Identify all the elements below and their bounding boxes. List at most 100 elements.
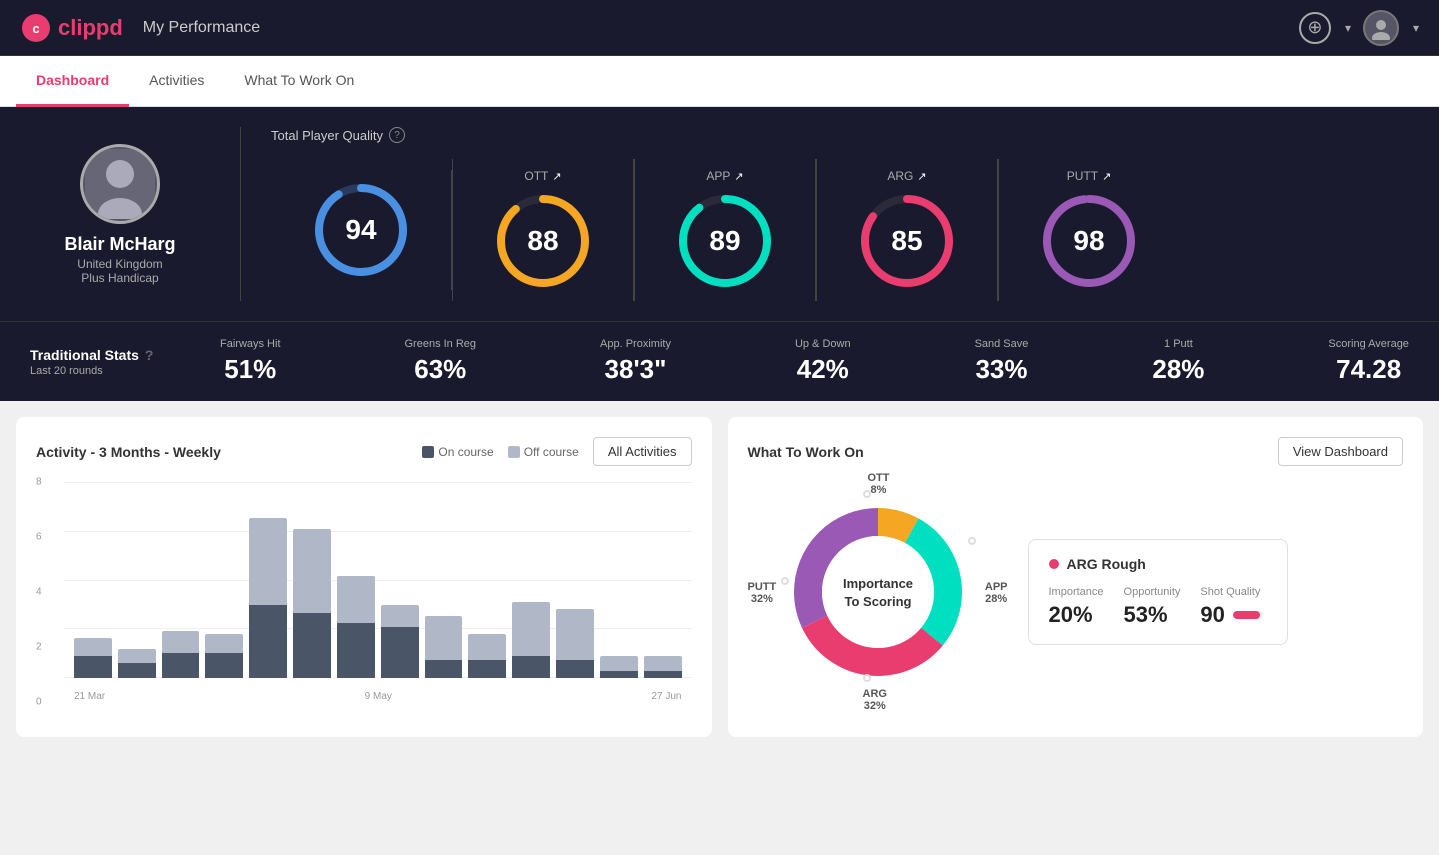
app-circle: 89 bbox=[675, 191, 775, 291]
wtwo-header: What To Work On View Dashboard bbox=[748, 437, 1404, 466]
legend-on-course-dot bbox=[422, 446, 434, 458]
bar-group-4 bbox=[249, 482, 287, 678]
tab-what-to-work-on[interactable]: What To Work On bbox=[224, 56, 374, 107]
bar-off-5 bbox=[293, 529, 331, 613]
activity-chart-title: Activity - 3 Months - Weekly bbox=[36, 444, 221, 460]
metrics-row: 94 OTT ↗ 88 bbox=[271, 159, 1409, 301]
stat-proximity-label: App. Proximity bbox=[600, 338, 671, 350]
wtwo-title: What To Work On bbox=[748, 444, 864, 460]
hero-top: Blair McHarg United Kingdom Plus Handica… bbox=[30, 127, 1409, 301]
stat-fairways-label: Fairways Hit bbox=[220, 338, 281, 350]
bar-group-13 bbox=[644, 482, 682, 678]
stat-greens-label: Greens In Reg bbox=[405, 338, 477, 350]
ott-label: OTT bbox=[524, 169, 548, 183]
shot-quality-bar: 90 bbox=[1200, 602, 1262, 628]
user-avatar-button[interactable] bbox=[1363, 10, 1399, 46]
tpq-section: Total Player Quality ? 94 bbox=[271, 127, 1409, 301]
lower-section: Activity - 3 Months - Weekly On course O… bbox=[0, 401, 1439, 753]
activity-legend: On course Off course bbox=[422, 445, 579, 459]
svg-text:To Scoring: To Scoring bbox=[844, 594, 911, 609]
add-button[interactable]: ⊕ bbox=[1299, 12, 1331, 44]
bar-group-10 bbox=[512, 482, 550, 678]
x-label-jun: 27 Jun bbox=[651, 691, 681, 702]
bar-off-4 bbox=[249, 518, 287, 605]
logo-text: clippd bbox=[58, 15, 123, 41]
stats-grid: Fairways Hit 51% Greens In Reg 63% App. … bbox=[220, 338, 1409, 385]
arg-circle: 85 bbox=[857, 191, 957, 291]
logo-icon: c bbox=[20, 12, 52, 44]
legend-off-course-label: Off course bbox=[524, 445, 579, 459]
stat-fairways-value: 51% bbox=[220, 354, 281, 385]
ott-dot bbox=[863, 490, 871, 498]
info-card-dot bbox=[1049, 559, 1059, 569]
header-right: ⊕ ▾ ▾ bbox=[1299, 10, 1419, 46]
info-card: ARG Rough Importance 20% Opportunity 53%… bbox=[1028, 539, 1288, 645]
bar-group-2 bbox=[162, 482, 200, 678]
bar-off-9 bbox=[468, 634, 506, 659]
arg-label: ARG bbox=[887, 169, 913, 183]
stat-updown-value: 42% bbox=[795, 354, 851, 385]
app-arrow: ↗ bbox=[734, 170, 743, 183]
player-name: Blair McHarg bbox=[64, 234, 175, 255]
bar-off-8 bbox=[425, 616, 463, 660]
wtwo-content: OTT 8% PUTT 32% APP 28% ARG 32% bbox=[748, 482, 1404, 702]
header-title: My Performance bbox=[143, 19, 260, 37]
traditional-stats: Traditional Stats ? Last 20 rounds Fairw… bbox=[0, 321, 1439, 401]
plus-icon: ⊕ bbox=[1307, 17, 1322, 38]
bar-on-5 bbox=[293, 613, 331, 678]
stat-greens: Greens In Reg 63% bbox=[405, 338, 477, 385]
shot-quality-bar-fill bbox=[1233, 611, 1260, 619]
bar-off-13 bbox=[644, 656, 682, 671]
tpq-help-icon[interactable]: ? bbox=[389, 127, 405, 143]
info-importance: Importance 20% bbox=[1049, 586, 1104, 628]
putt-arrow: ↗ bbox=[1102, 170, 1111, 183]
app-dot bbox=[968, 537, 976, 545]
metric-arg: ARG ↗ 85 bbox=[817, 159, 998, 301]
donut-container: OTT 8% PUTT 32% APP 28% ARG 32% bbox=[748, 482, 1008, 702]
bar-on-9 bbox=[468, 660, 506, 678]
putt-label: PUTT bbox=[1067, 169, 1098, 183]
info-shot-quality: Shot Quality 90 bbox=[1200, 586, 1262, 628]
bar-off-2 bbox=[162, 631, 200, 653]
ott-arrow: ↗ bbox=[552, 170, 561, 183]
bar-on-13 bbox=[644, 671, 682, 678]
bar-group-7 bbox=[381, 482, 419, 678]
svg-text:c: c bbox=[32, 21, 39, 36]
bar-group-11 bbox=[556, 482, 594, 678]
activity-legend-row: On course Off course All Activities bbox=[422, 437, 691, 466]
legend-off-course: Off course bbox=[508, 445, 579, 459]
ott-value: 88 bbox=[493, 191, 593, 291]
add-chevron: ▾ bbox=[1345, 21, 1351, 35]
bar-off-12 bbox=[600, 656, 638, 671]
tab-dashboard[interactable]: Dashboard bbox=[16, 56, 129, 107]
arg-dot bbox=[863, 674, 871, 682]
divider-player bbox=[240, 127, 241, 301]
putt-value: 98 bbox=[1039, 191, 1139, 291]
header-left: c clippd My Performance bbox=[20, 12, 260, 44]
tpq-label: Total Player Quality ? bbox=[271, 127, 1409, 143]
tab-activities[interactable]: Activities bbox=[129, 56, 224, 107]
bar-group-3 bbox=[205, 482, 243, 678]
info-card-title: ARG Rough bbox=[1049, 556, 1267, 572]
view-dashboard-button[interactable]: View Dashboard bbox=[1278, 437, 1403, 466]
all-activities-button[interactable]: All Activities bbox=[593, 437, 692, 466]
stat-proximity: App. Proximity 38'3" bbox=[600, 338, 671, 385]
tpq-circle: 94 bbox=[311, 180, 411, 280]
info-opportunity: Opportunity 53% bbox=[1124, 586, 1181, 628]
player-country: United Kingdom bbox=[77, 257, 162, 271]
bar-on-8 bbox=[425, 660, 463, 678]
shot-quality-bar-bg bbox=[1233, 611, 1263, 619]
bar-off-3 bbox=[205, 634, 243, 652]
chart-area: 8 6 4 2 0 21 Mar 9 May 27 Jun bbox=[36, 482, 692, 702]
bar-off-11 bbox=[556, 609, 594, 660]
y-label-6: 6 bbox=[36, 532, 42, 543]
stat-proximity-value: 38'3" bbox=[600, 354, 671, 385]
tpq-value: 94 bbox=[311, 180, 411, 280]
logo: c clippd bbox=[20, 12, 123, 44]
stat-scoring: Scoring Average 74.28 bbox=[1328, 338, 1409, 385]
stat-oneputt-label: 1 Putt bbox=[1152, 338, 1204, 350]
y-label-8: 8 bbox=[36, 477, 42, 488]
arg-value: 85 bbox=[857, 191, 957, 291]
arg-arrow: ↗ bbox=[917, 170, 926, 183]
trad-help-icon[interactable]: ? bbox=[145, 347, 154, 363]
